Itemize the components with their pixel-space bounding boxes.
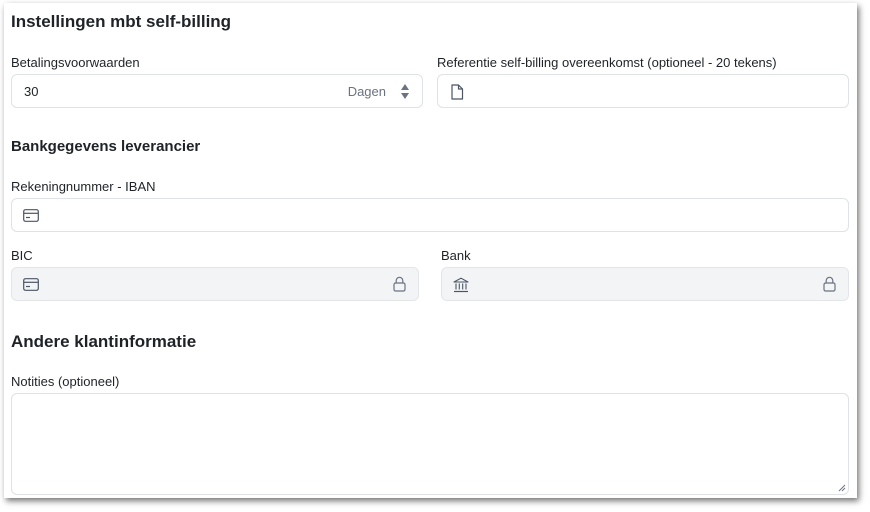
bank-icon bbox=[453, 277, 469, 293]
bic-label: BIC bbox=[11, 248, 33, 263]
iban-input[interactable] bbox=[11, 198, 849, 232]
document-icon bbox=[451, 84, 464, 100]
payment-terms-label: Betalingsvoorwaarden bbox=[11, 55, 140, 70]
notes-label: Notities (optioneel) bbox=[11, 374, 120, 389]
payment-terms-unit: Dagen bbox=[347, 84, 386, 99]
iban-label: Rekeningnummer - IBAN bbox=[11, 179, 156, 194]
lock-icon bbox=[393, 276, 406, 292]
bank-label: Bank bbox=[441, 248, 471, 263]
stepper-arrows-icon[interactable] bbox=[400, 83, 410, 100]
bic-input bbox=[11, 267, 419, 301]
selfbilling-section-title: Instellingen mbt self-billing bbox=[11, 12, 232, 31]
credit-card-icon bbox=[23, 209, 39, 222]
other-section-title: Andere klantinformatie bbox=[11, 332, 197, 351]
lock-icon bbox=[823, 276, 836, 292]
credit-card-icon bbox=[23, 278, 39, 291]
resize-handle-icon[interactable] bbox=[838, 484, 846, 492]
bank-section-title: Bankgegevens leverancier bbox=[11, 138, 201, 155]
notes-textarea[interactable] bbox=[11, 393, 849, 495]
bank-input bbox=[441, 267, 849, 301]
payment-terms-value: 30 bbox=[24, 84, 39, 99]
reference-input[interactable] bbox=[437, 74, 849, 108]
reference-label: Referentie self-billing overeenkomst (op… bbox=[437, 55, 777, 70]
self-billing-form: Instellingen mbt self-billing Betalingsv… bbox=[4, 3, 857, 498]
payment-terms-input[interactable]: 30 Dagen bbox=[11, 74, 423, 108]
